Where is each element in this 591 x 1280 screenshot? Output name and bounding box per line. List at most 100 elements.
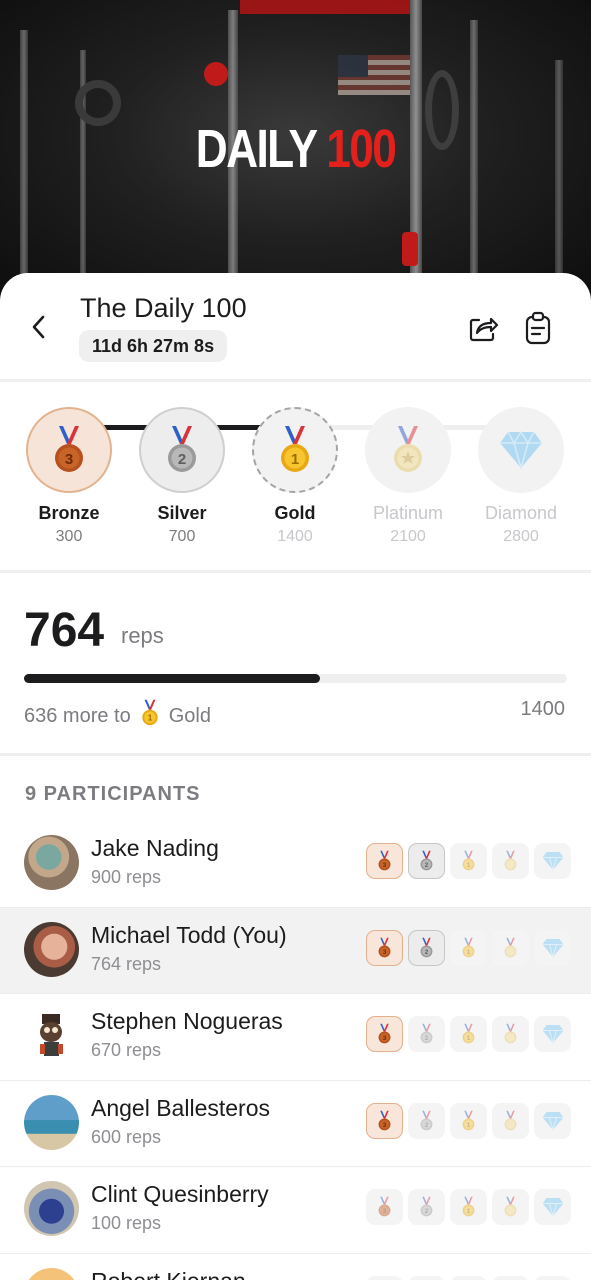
tier-name: Silver bbox=[157, 503, 207, 523]
participant-row[interactable]: Robert Kiernan 321 bbox=[0, 1254, 591, 1280]
svg-text:1: 1 bbox=[147, 714, 152, 723]
platinum-badge-icon bbox=[492, 1275, 529, 1280]
progress-bar-fill bbox=[24, 674, 321, 683]
platinum-badge-icon bbox=[492, 929, 529, 966]
avatar bbox=[24, 1181, 79, 1236]
bronze-badge-icon: 3 bbox=[366, 1189, 403, 1225]
participants-header: 9 PARTICIPANTS bbox=[25, 783, 201, 805]
red-weight-knob bbox=[204, 62, 228, 86]
participant-row[interactable]: Angel Ballesteros 600 reps 3 2 1 bbox=[0, 1081, 591, 1167]
medal-badges: 32 1 bbox=[366, 1189, 571, 1225]
avatar bbox=[24, 835, 79, 890]
silver-medal-icon: 2 bbox=[139, 407, 225, 493]
silver-badge-icon: 2 bbox=[408, 1275, 445, 1280]
platinum-medal-icon bbox=[365, 407, 451, 493]
gym-rack-upright bbox=[20, 30, 28, 280]
participant-name: Clint Quesinberry bbox=[91, 1181, 269, 1207]
share-icon[interactable] bbox=[467, 312, 499, 344]
medal-badges: 3 2 1 bbox=[366, 843, 571, 879]
participant-row[interactable]: Jake Nading 900 reps 3 2 1 bbox=[0, 821, 591, 908]
silver-badge-icon: 2 bbox=[408, 1016, 445, 1052]
avatar bbox=[24, 1094, 79, 1150]
tier-value: 2100 bbox=[390, 528, 426, 545]
gym-rack-upright bbox=[555, 60, 563, 280]
platinum-badge-icon bbox=[492, 1102, 529, 1139]
silver-badge-icon: 2 bbox=[408, 1189, 445, 1225]
svg-text:3: 3 bbox=[383, 948, 387, 955]
svg-text:2: 2 bbox=[425, 1035, 429, 1042]
participant-row-self[interactable]: Michael Todd (You) 764 reps 3 2 1 bbox=[0, 907, 591, 994]
medal-badges: 3 2 1 bbox=[366, 1016, 571, 1052]
participant-reps: 600 reps bbox=[91, 1126, 162, 1147]
challenge-title: The Daily 100 bbox=[80, 293, 247, 323]
tier-gold[interactable]: 1 Gold 1400 bbox=[235, 407, 355, 546]
platinum-badge-icon bbox=[492, 1016, 529, 1052]
svg-text:2: 2 bbox=[425, 862, 429, 869]
remaining-to-next-tier: 636 more to 1 Gold bbox=[24, 698, 211, 734]
participant-list: Jake Nading 900 reps 321 Michael Todd (Y… bbox=[0, 821, 591, 1280]
tier-name: Bronze bbox=[38, 503, 100, 523]
svg-text:3: 3 bbox=[65, 451, 73, 468]
bronze-badge-icon: 3 bbox=[366, 1016, 403, 1052]
medal-badges: 321 bbox=[366, 1275, 571, 1280]
challenge-sheet: The Daily 100 11d 6h 27m 8s 3 Bronze 300… bbox=[0, 273, 591, 1280]
silver-badge-icon: 2 bbox=[408, 1102, 445, 1139]
participant-name: Michael Todd (You) bbox=[91, 921, 287, 948]
svg-text:2: 2 bbox=[425, 1121, 429, 1128]
challenge-header: The Daily 100 11d 6h 27m 8s bbox=[0, 273, 591, 381]
hero-title: DAILY 100 bbox=[53, 118, 538, 180]
svg-text:3: 3 bbox=[383, 1035, 387, 1042]
bronze-medal-icon: 3 bbox=[26, 407, 112, 493]
tier-silver[interactable]: 2 Silver 700 bbox=[122, 407, 242, 546]
svg-text:1: 1 bbox=[467, 862, 471, 869]
divider bbox=[0, 570, 591, 573]
tier-value: 1400 bbox=[277, 528, 313, 545]
gold-badge-icon: 1 bbox=[450, 1275, 487, 1280]
tier-platinum[interactable]: Platinum 2100 bbox=[348, 407, 468, 546]
platinum-badge-icon bbox=[492, 843, 529, 879]
silver-badge-icon: 2 bbox=[408, 843, 445, 879]
svg-text:1: 1 bbox=[467, 1121, 471, 1128]
diamond-badge-icon bbox=[534, 1275, 571, 1280]
gold-medal-icon: 1 bbox=[252, 407, 338, 493]
svg-text:1: 1 bbox=[291, 451, 299, 468]
svg-text:2: 2 bbox=[178, 451, 186, 468]
participant-reps: 900 reps bbox=[91, 867, 162, 887]
participant-reps: 670 reps bbox=[91, 1040, 162, 1060]
avatar bbox=[24, 1008, 79, 1063]
chevron-left-icon[interactable] bbox=[28, 313, 50, 341]
participant-reps: 764 reps bbox=[91, 953, 162, 974]
rep-unit: reps bbox=[121, 623, 164, 648]
red-crossbar bbox=[240, 0, 410, 14]
participant-name: Robert Kiernan bbox=[91, 1268, 246, 1280]
gold-badge-icon: 1 bbox=[450, 1102, 487, 1139]
medal-badges: 3 2 1 bbox=[366, 929, 571, 966]
tier-name: Diamond bbox=[484, 503, 558, 523]
red-safety-pin bbox=[402, 232, 418, 266]
avatar bbox=[24, 1267, 79, 1280]
svg-text:2: 2 bbox=[425, 948, 429, 955]
flag-decoration bbox=[338, 55, 410, 95]
bronze-badge-icon: 3 bbox=[366, 929, 403, 966]
participant-name: Angel Ballesteros bbox=[91, 1094, 270, 1121]
gold-badge-icon: 1 bbox=[450, 929, 487, 966]
gold-badge-icon: 1 bbox=[450, 1189, 487, 1225]
participant-row[interactable]: Stephen Nogueras 670 reps 3 2 1 bbox=[0, 994, 591, 1081]
avatar bbox=[24, 921, 79, 977]
goal-value: 1400 bbox=[520, 698, 566, 720]
gold-badge-icon: 1 bbox=[450, 843, 487, 879]
participant-row[interactable]: Clint Quesinberry 100 reps 3 2 1 bbox=[0, 1167, 591, 1254]
tier-diamond[interactable]: Diamond 2800 bbox=[461, 407, 581, 546]
svg-text:1: 1 bbox=[467, 1208, 471, 1215]
gold-badge-icon: 1 bbox=[450, 1016, 487, 1052]
platinum-badge-icon bbox=[492, 1189, 529, 1225]
tier-track: 3 Bronze 300 2 Silver 700 1 Gold 1400 Pl… bbox=[0, 383, 591, 571]
bronze-badge-icon: 3 bbox=[366, 843, 403, 879]
divider bbox=[0, 379, 591, 382]
svg-text:1: 1 bbox=[467, 948, 471, 955]
tier-bronze[interactable]: 3 Bronze 300 bbox=[9, 407, 129, 546]
silver-badge-icon: 2 bbox=[408, 929, 445, 966]
svg-text:3: 3 bbox=[383, 1121, 387, 1128]
clipboard-icon[interactable] bbox=[524, 311, 552, 345]
hero-title-100: 100 bbox=[326, 119, 397, 179]
